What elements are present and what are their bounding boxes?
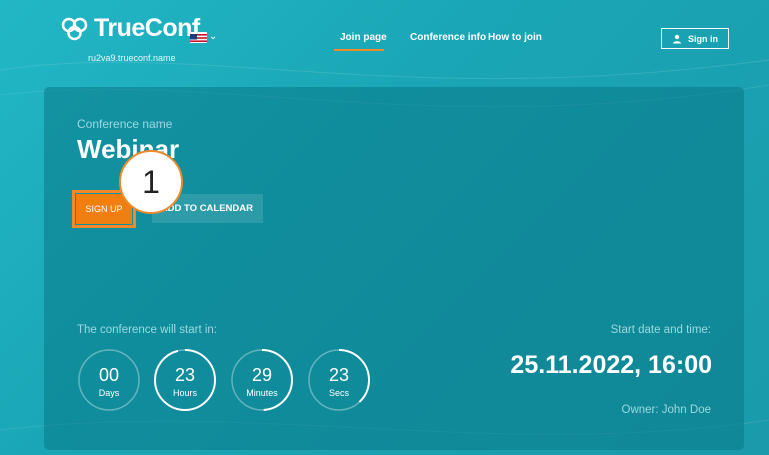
- sign-up-label: SIGN UP: [85, 204, 123, 214]
- trueconf-logo[interactable]: TrueConf: [60, 14, 200, 43]
- countdown-unit: Minutes: [246, 388, 278, 398]
- countdown-unit: Days: [98, 388, 120, 398]
- nav-how-to-join[interactable]: How to join: [488, 32, 542, 43]
- sign-in-label: Sign in: [688, 33, 718, 44]
- nav-conference-info[interactable]: Conference info: [410, 32, 486, 43]
- add-to-calendar-label: ADD TO CALENDAR: [160, 203, 253, 214]
- logo-icon: [61, 17, 88, 40]
- owner-label: Owner: John Doe: [621, 404, 712, 416]
- countdown-days: 00 Days: [77, 348, 141, 412]
- countdown-seconds: 23 Secs: [307, 348, 371, 412]
- countdown-unit: Hours: [172, 388, 197, 398]
- countdown-hours: 23 Hours: [153, 348, 217, 412]
- server-domain: ru2va9.trueconf.name: [88, 53, 176, 63]
- chevron-down-icon[interactable]: ⌄: [209, 31, 217, 42]
- countdown-value: 00: [98, 365, 120, 385]
- start-date-value: 25.11.2022, 16:00: [510, 351, 712, 379]
- user-icon: [673, 34, 681, 43]
- countdown-unit: Secs: [328, 388, 349, 398]
- active-nav-indicator: [334, 49, 384, 51]
- us-flag-icon[interactable]: [190, 32, 207, 43]
- nav-join-page[interactable]: Join page: [340, 32, 387, 43]
- countdown-value: 23: [174, 365, 196, 385]
- countdown-minutes: 29 Minutes: [230, 348, 294, 412]
- step-marker: 1: [119, 150, 183, 214]
- start-date-label: Start date and time:: [610, 324, 711, 336]
- countdown-value: 29: [251, 365, 273, 385]
- conference-name-label: Conference name: [77, 117, 173, 131]
- countdown-value: 23: [328, 365, 350, 385]
- start-countdown-label: The conference will start in:: [77, 324, 217, 336]
- sign-in-button[interactable]: Sign in: [661, 28, 729, 49]
- logo-text: TrueConf: [94, 14, 200, 42]
